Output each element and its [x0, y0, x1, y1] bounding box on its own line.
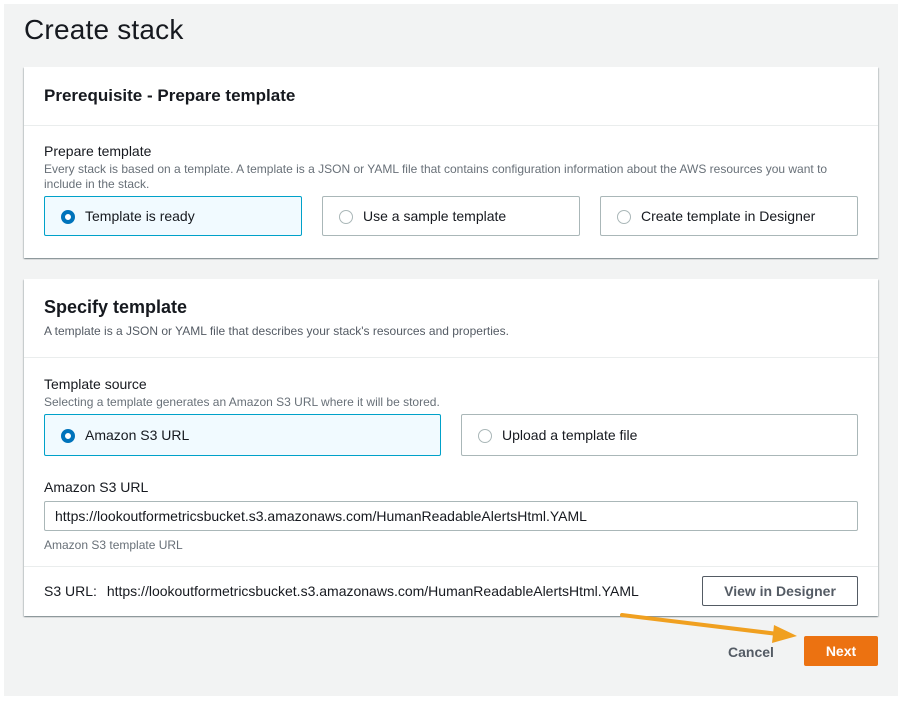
option-label: Use a sample template — [363, 208, 507, 224]
radio-unselected-icon — [617, 210, 631, 224]
template-source-description: Selecting a template generates an Amazon… — [44, 395, 440, 409]
specify-template-description: A template is a JSON or YAML file that d… — [44, 324, 509, 338]
option-use-sample-template[interactable]: Use a sample template — [322, 196, 580, 236]
prerequisite-panel: Prerequisite - Prepare template Prepare … — [24, 67, 878, 258]
prepare-template-description: Every stack is based on a template. A te… — [44, 162, 828, 191]
s3-url-key: S3 URL: — [44, 583, 97, 599]
prerequisite-panel-header: Prerequisite - Prepare template — [24, 67, 878, 126]
amazon-s3-url-input[interactable] — [44, 501, 858, 531]
next-button[interactable]: Next — [804, 636, 878, 666]
specify-template-panel: Specify template A template is a JSON or… — [24, 279, 878, 616]
template-source-label: Template source — [44, 376, 147, 392]
option-upload-template-file[interactable]: Upload a template file — [461, 414, 858, 456]
option-create-in-designer[interactable]: Create template in Designer — [600, 196, 858, 236]
amazon-s3-url-label: Amazon S3 URL — [44, 479, 149, 495]
option-label: Upload a template file — [502, 427, 638, 443]
option-template-is-ready[interactable]: Template is ready — [44, 196, 302, 236]
s3-url-row: S3 URL: https://lookoutformetricsbucket.… — [44, 583, 639, 599]
radio-unselected-icon — [478, 429, 492, 443]
specify-template-title: Specify template — [44, 297, 188, 317]
option-label: Create template in Designer — [641, 208, 816, 224]
page-title: Create stack — [24, 14, 184, 45]
s3-url-value: https://lookoutformetricsbucket.s3.amazo… — [106, 583, 639, 599]
prerequisite-title: Prerequisite - Prepare template — [44, 86, 296, 105]
amazon-s3-url-hint: Amazon S3 template URL — [44, 538, 183, 552]
prepare-template-label: Prepare template — [44, 143, 152, 159]
cancel-button[interactable]: Cancel — [716, 637, 786, 667]
radio-selected-icon — [61, 210, 75, 224]
radio-unselected-icon — [339, 210, 353, 224]
option-label: Template is ready — [85, 208, 195, 224]
view-in-designer-button[interactable]: View in Designer — [702, 576, 858, 606]
divider — [24, 566, 878, 567]
option-label: Amazon S3 URL — [85, 427, 190, 443]
option-amazon-s3-url[interactable]: Amazon S3 URL — [44, 414, 441, 456]
radio-selected-icon — [61, 429, 75, 443]
specify-template-panel-header: Specify template A template is a JSON or… — [24, 279, 878, 358]
